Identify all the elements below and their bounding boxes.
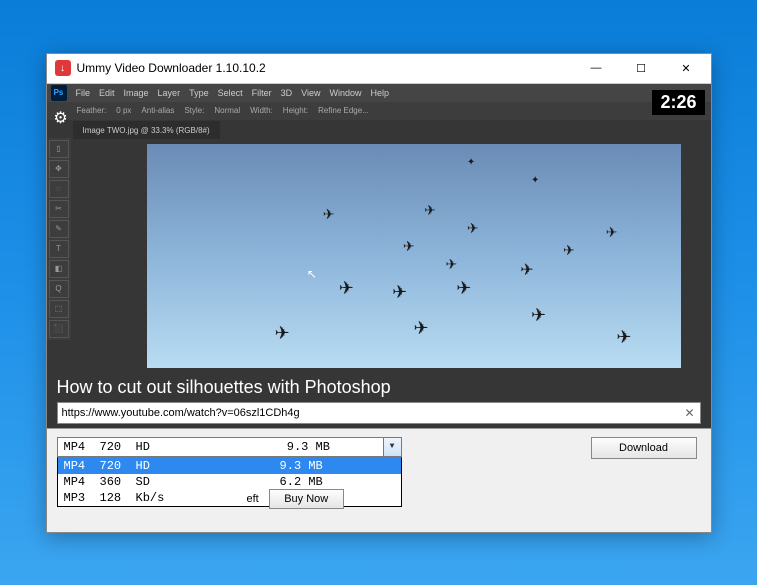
ps-tool-icon: T — [49, 240, 69, 258]
format-select-button[interactable]: MP4 720 HD 9.3 MB ▼ — [57, 437, 402, 457]
ps-menu-item: Filter — [252, 88, 272, 98]
bird-icon: ✈ — [467, 220, 479, 237]
ps-menu-item: Window — [329, 88, 361, 98]
ps-menu-item: Select — [218, 88, 243, 98]
url-input-bar: ✕ — [57, 402, 701, 424]
ps-tool-icon: ✥ — [49, 160, 69, 178]
format-option[interactable]: MP4 360 SD 6.2 MB — [58, 474, 401, 490]
bird-icon: ✦ — [531, 175, 539, 186]
ps-tool-icon: ▯ — [49, 140, 69, 158]
photoshop-tab: Image TWO.jpg @ 33.3% (RGB/8#) — [73, 121, 220, 139]
bird-icon: ✈ — [414, 318, 429, 339]
photoshop-menubar: Ps File Edit Image Layer Type Select Fil… — [47, 84, 711, 102]
bird-icon: ✈ — [563, 242, 575, 259]
download-button[interactable]: Download — [591, 437, 697, 459]
bird-icon: ✈ — [339, 278, 354, 299]
bird-icon: ✈ — [456, 278, 471, 299]
settings-icon[interactable]: ⚙ — [51, 108, 71, 128]
minimize-button[interactable]: — — [574, 54, 619, 82]
chevron-down-icon: ▼ — [383, 438, 401, 456]
trial-text: eft — [247, 493, 259, 505]
photoshop-toolbar: ▯ ✥ ◌ ✂ ✎ T ◧ Q ⬚ ⬛ — [47, 138, 71, 340]
ps-opt: Width: — [250, 106, 273, 115]
ps-tool-icon: ◧ — [49, 260, 69, 278]
bird-icon: ✈ — [531, 305, 546, 326]
bird-icon: ✈ — [446, 256, 458, 273]
window-title: Ummy Video Downloader 1.10.10.2 — [77, 61, 574, 75]
trial-row: eft Buy Now — [247, 489, 344, 509]
ps-tool-icon: ✎ — [49, 220, 69, 238]
ps-opt: Anti-alias — [141, 106, 174, 115]
ps-menu-item: Type — [189, 88, 209, 98]
format-dropdown: MP4 720 HD 9.3 MBMP4 360 SD 6.2 MBMP3 12… — [57, 457, 402, 507]
ps-tool-icon: ✂ — [49, 200, 69, 218]
ps-opt: 0 px — [116, 106, 131, 115]
ps-opt: Height: — [283, 106, 308, 115]
clear-url-icon[interactable]: ✕ — [680, 406, 700, 420]
ps-tool-icon: ⬛ — [49, 320, 69, 338]
titlebar: Ummy Video Downloader 1.10.10.2 — ☐ ✕ — [47, 54, 711, 84]
close-button[interactable]: ✕ — [664, 54, 709, 82]
ps-tool-icon: ◌ — [49, 180, 69, 198]
bottom-panel: MP4 720 HD 9.3 MB ▼ MP4 720 HD 9.3 MBMP4… — [47, 428, 711, 532]
bird-icon: ✈ — [323, 206, 335, 223]
bird-icon: ✈ — [275, 323, 290, 344]
cursor-icon: ↖ — [307, 267, 317, 281]
ps-menu-item: Image — [124, 88, 149, 98]
ps-menu-item: Edit — [99, 88, 115, 98]
app-window: Ummy Video Downloader 1.10.10.2 — ☐ ✕ Ps… — [46, 53, 712, 533]
video-duration: 2:26 — [652, 90, 704, 115]
format-select: MP4 720 HD 9.3 MB ▼ MP4 720 HD 9.3 MBMP4… — [57, 437, 402, 507]
bird-icon: ✈ — [392, 282, 407, 303]
bird-icon: ✈ — [616, 327, 631, 348]
ps-menu-item: Help — [370, 88, 389, 98]
bird-icon: ✈ — [424, 202, 436, 219]
bird-icon: ✈ — [403, 238, 415, 255]
ps-menu-item: View — [301, 88, 320, 98]
ps-opt: Refine Edge... — [318, 106, 369, 115]
ps-opt: Feather: — [77, 106, 107, 115]
ps-menu-item: Layer — [158, 88, 181, 98]
ps-opt: Normal — [214, 106, 240, 115]
buy-now-button[interactable]: Buy Now — [269, 489, 344, 509]
video-title: How to cut out silhouettes with Photosho… — [57, 377, 391, 398]
ps-opt: Style: — [184, 106, 204, 115]
photoshop-options-bar: Feather: 0 px Anti-alias Style: Normal W… — [47, 102, 711, 120]
bird-icon: ✈ — [520, 260, 533, 280]
format-selected-label: MP4 720 HD 9.3 MB — [58, 440, 383, 454]
format-option[interactable]: MP3 128 Kb/s 2.2 MB — [58, 490, 401, 506]
ps-menu-item: File — [76, 88, 91, 98]
maximize-button[interactable]: ☐ — [619, 54, 664, 82]
video-thumbnail-canvas: ✦ ✦ ✈ ✈ ✈ ✈ ✈ ✈ ✈ ✈ ✈ ✈ ✈ ✈ ✈ ✈ ✈ ↖ — [147, 144, 681, 368]
ps-tool-icon: Q — [49, 280, 69, 298]
ps-menu-item: 3D — [281, 88, 293, 98]
window-controls: — ☐ ✕ — [574, 54, 709, 82]
bird-icon: ✈ — [606, 224, 618, 241]
photoshop-logo-icon: Ps — [51, 85, 67, 101]
video-preview: Ps File Edit Image Layer Type Select Fil… — [47, 84, 711, 428]
url-input[interactable] — [58, 407, 680, 419]
app-icon — [55, 60, 71, 76]
bird-icon: ✦ — [467, 157, 475, 168]
format-option[interactable]: MP4 720 HD 9.3 MB — [58, 458, 401, 474]
ps-tool-icon: ⬚ — [49, 300, 69, 318]
